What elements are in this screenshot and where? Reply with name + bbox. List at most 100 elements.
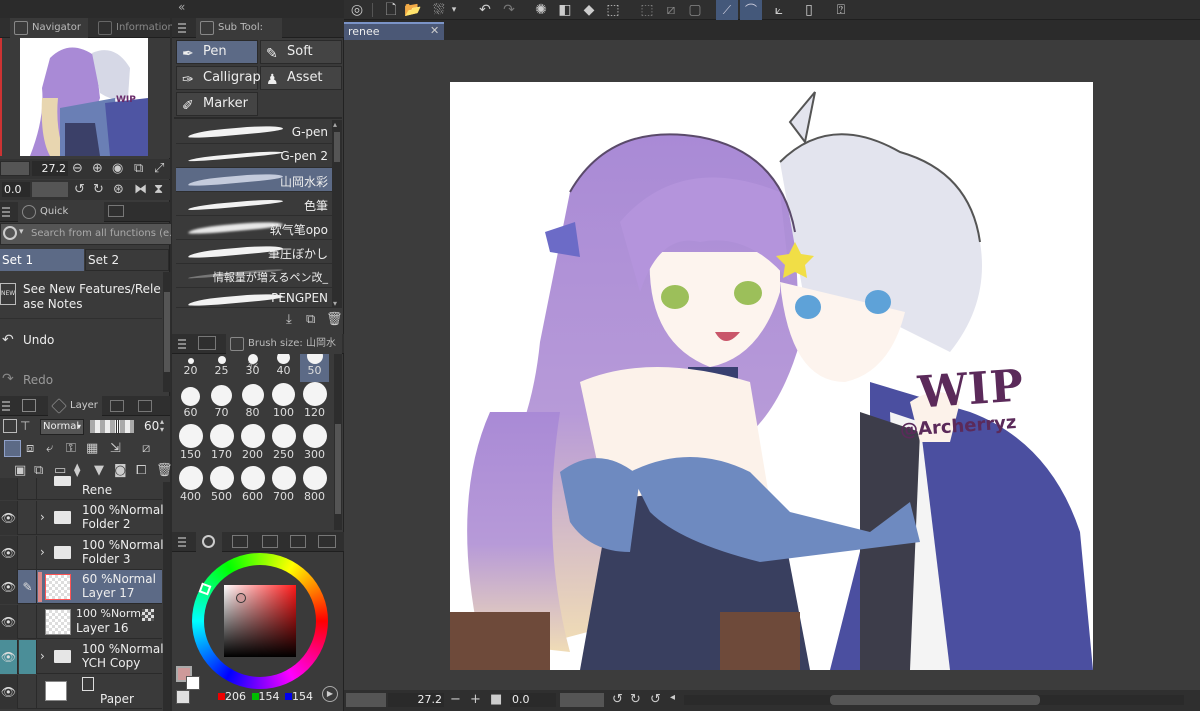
brush-item[interactable]: 软气笔opo — [176, 216, 332, 240]
brush-size-option[interactable]: 40 — [269, 354, 298, 382]
companion-mode-icon[interactable]: ▯ — [798, 0, 820, 20]
layer-check[interactable] — [19, 478, 37, 500]
approximate-color-tab-icon[interactable] — [290, 535, 306, 548]
set-tab-1[interactable]: Set 1 — [0, 249, 84, 271]
clear-icon[interactable]: ◧ — [554, 0, 576, 20]
undo-icon[interactable]: ↶ — [474, 0, 496, 20]
brush-size-option[interactable]: 50 — [300, 354, 329, 382]
layer-check[interactable] — [19, 640, 37, 674]
app-logo-icon[interactable]: ◎ — [346, 0, 368, 20]
status-rotate-left-icon[interactable]: ↺ — [612, 693, 623, 706]
close-tab-icon[interactable]: ✕ — [430, 24, 439, 37]
tab-quick-access[interactable]: Quick Access — [18, 202, 104, 237]
status-rotation-value[interactable]: 0.0 — [510, 693, 556, 707]
redo-item[interactable]: ↷ Redo — [0, 368, 162, 392]
brush-size-option[interactable]: 60 — [176, 384, 205, 424]
color-history-tab-icon[interactable] — [318, 535, 336, 548]
visibility-eye-icon[interactable]: 👁 — [0, 536, 18, 570]
brush-size-scrollbar[interactable] — [334, 354, 342, 530]
duplicate-brush-icon[interactable]: ⧉ — [306, 313, 315, 326]
tab-navigator[interactable]: Navigator — [10, 18, 88, 38]
expand-chevron-icon[interactable]: › — [40, 545, 45, 559]
brush-list-scrollbar[interactable]: ▴ ▾ — [332, 120, 342, 308]
help-icon[interactable]: ⍰ — [830, 0, 852, 20]
brush-size-option[interactable]: 400 — [176, 466, 205, 508]
subtool-group-soft[interactable]: ✎ Soft — [260, 40, 342, 64]
layer-check[interactable] — [19, 675, 37, 709]
invert-selection-icon[interactable]: ⧄ — [660, 0, 682, 20]
brush-size-option[interactable]: 250 — [269, 424, 298, 466]
status-zoom-in-icon[interactable]: + — [470, 693, 481, 706]
brush-size-option[interactable]: 30 — [238, 354, 267, 382]
brush-size-option[interactable]: 150 — [176, 424, 205, 466]
panel-menu-icon[interactable] — [2, 207, 10, 217]
stop-icon[interactable]: ◉ — [112, 162, 123, 175]
status-scroll-left-icon[interactable]: ◂ — [670, 693, 675, 703]
opacity-slider[interactable] — [90, 419, 134, 434]
canvas-tab[interactable]: renee ✕ — [344, 22, 444, 40]
subtool-group-marker[interactable]: ✐ Marker — [176, 92, 258, 116]
color-saturation-square[interactable] — [224, 585, 296, 657]
quick-access-extra-tab-icon[interactable] — [108, 205, 124, 217]
visibility-eye-icon[interactable]: 👁 — [0, 640, 18, 674]
brush-size-option[interactable]: 80 — [238, 384, 267, 424]
delete-brush-icon[interactable]: 🗑 — [326, 313, 343, 326]
rotation-value[interactable]: 0.0 — [2, 182, 30, 197]
brush-item[interactable]: G-pen — [176, 120, 332, 144]
redo-icon[interactable]: ↷ — [498, 0, 520, 20]
reset-rotation-icon[interactable]: ⊛ — [113, 183, 124, 196]
lock-layer-icon[interactable]: ⚿ — [66, 442, 76, 455]
rotation-slider[interactable] — [32, 182, 68, 197]
save-icon[interactable]: ⛆ — [428, 0, 450, 20]
deselect-icon[interactable]: ⬚ — [636, 0, 658, 20]
opacity-value[interactable]: 60 — [144, 419, 159, 433]
color-set-tab-icon[interactable] — [232, 535, 248, 548]
new-features-item[interactable]: NEW See New Features/Rele ase Notes — [0, 279, 162, 319]
status-rotate-right-icon[interactable]: ↻ — [630, 693, 641, 706]
tab-subtool[interactable]: Sub Tool: Pen — [196, 18, 282, 53]
zoom-value[interactable]: 27.2 — [32, 161, 68, 176]
new-raster-layer-icon[interactable]: ▣ — [14, 464, 26, 477]
status-zoom-value[interactable]: 27.2 — [388, 693, 444, 707]
brush-size-option[interactable]: 600 — [238, 466, 267, 508]
play-icon[interactable]: ▶ — [322, 686, 338, 702]
animation-tab-icon[interactable] — [138, 400, 152, 412]
status-reset-rotation-icon[interactable]: ↺ — [650, 693, 661, 706]
fit-screen-icon[interactable]: ⤢ — [154, 162, 164, 175]
artwork-canvas[interactable]: WIP @Archerryz — [450, 82, 1093, 670]
navigator-preview[interactable]: WIP — [0, 38, 170, 158]
layer-mode-icon[interactable] — [3, 419, 17, 433]
layer-panel-menu-icon[interactable] — [2, 401, 10, 411]
open-file-icon[interactable]: 📂 — [402, 0, 424, 20]
save-chevron-icon[interactable]: ▾ — [448, 0, 460, 20]
brush-item[interactable]: PENGPEN — [176, 288, 332, 308]
layer-scrollbar[interactable] — [163, 482, 170, 711]
new-vector-layer-icon[interactable]: ⧉ — [34, 464, 43, 477]
fill-icon[interactable]: ◆ — [578, 0, 600, 20]
transfer-layer-icon[interactable]: ⧫ — [74, 464, 80, 477]
brush-size-option[interactable]: 170 — [207, 424, 236, 466]
zoom-in-icon[interactable]: ⊕ — [92, 162, 103, 175]
delete-layer-icon[interactable]: 🗑 — [156, 464, 173, 477]
create-mask-icon[interactable]: ◙ — [114, 464, 127, 477]
visibility-eye-icon[interactable]: 👁 — [0, 605, 18, 639]
brush-size-option[interactable]: 300 — [300, 424, 329, 466]
brush-size-option[interactable]: 25 — [207, 354, 236, 382]
brush-item[interactable]: 筆圧ぼかし — [176, 240, 332, 264]
visibility-eye-icon[interactable]: 👁 — [0, 570, 18, 604]
fit-window-icon[interactable]: ⧉ — [134, 162, 143, 175]
snap-ruler-button[interactable]: ⟋ — [716, 0, 738, 20]
layer-row-selected[interactable]: 👁 ✎ 60 %Normal Layer 17 — [0, 570, 162, 604]
color-menu-icon[interactable] — [178, 537, 186, 547]
set-tab-2[interactable]: Set 2 — [85, 249, 169, 271]
brush-size-option[interactable]: 120 — [300, 382, 329, 424]
intermediate-color-tab-icon[interactable] — [262, 535, 278, 548]
brush-item[interactable]: 情報量が増えるペン改_ — [176, 264, 332, 288]
brush-size-option[interactable]: 100 — [269, 383, 298, 424]
visibility-eye-icon[interactable] — [0, 478, 18, 500]
status-rotation-slider[interactable] — [560, 693, 604, 707]
subtool-group-asset[interactable]: ♟ Asset — [260, 66, 342, 90]
quick-access-search[interactable]: ▾ Search from all functions (e.g. — [0, 223, 172, 245]
clip-layer-icon[interactable]: ⤶ — [46, 442, 53, 455]
status-actual-size-icon[interactable]: ■ — [490, 693, 502, 706]
